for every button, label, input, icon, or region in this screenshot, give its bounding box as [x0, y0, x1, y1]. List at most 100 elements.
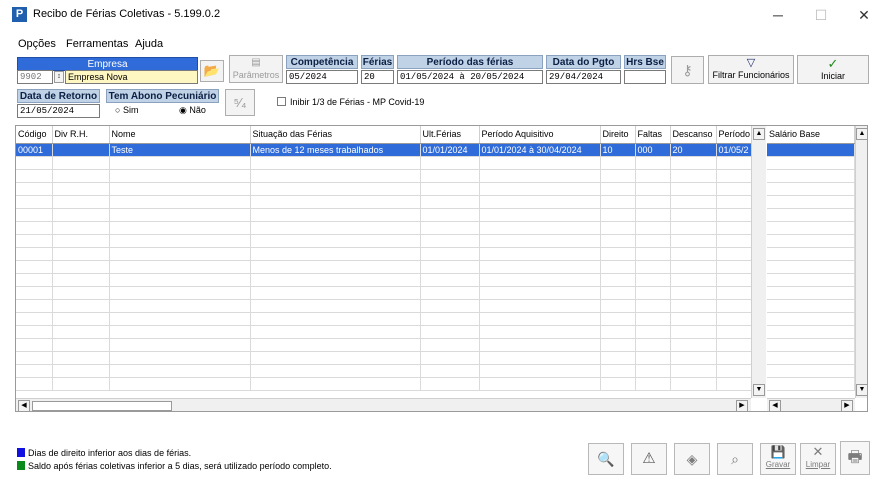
side-table-row[interactable] — [767, 338, 855, 352]
abono-sim-radio[interactable]: ○ Sim — [115, 105, 138, 115]
table-row[interactable] — [16, 351, 757, 365]
side-table-row[interactable] — [767, 247, 855, 261]
main-horizontal-scrollbar[interactable]: ◀ ▶ — [16, 398, 751, 411]
side-table-row[interactable] — [767, 351, 855, 365]
warning-icon[interactable]: ⚠ — [631, 443, 667, 475]
side-table-row[interactable] — [767, 377, 855, 391]
side-table-row[interactable] — [767, 143, 855, 157]
side-table-row[interactable] — [767, 286, 855, 300]
gravar-button[interactable]: 💾 Gravar — [760, 443, 796, 475]
radio-unchecked-icon: ○ — [115, 105, 121, 115]
table-cell — [250, 169, 421, 183]
side-table-row[interactable] — [767, 260, 855, 274]
col-header-salario-base[interactable]: Salário Base — [767, 126, 855, 144]
table-row[interactable] — [16, 364, 757, 378]
side-table-row[interactable] — [767, 169, 855, 183]
ferias-field[interactable]: 20 — [361, 70, 394, 84]
col-header[interactable]: Faltas — [635, 126, 671, 144]
periodo-ferias-field[interactable]: 01/05/2024 à 20/05/2024 — [397, 70, 543, 84]
table-cell — [479, 156, 601, 170]
search-doc-icon[interactable]: 🔍 — [588, 443, 624, 475]
side-scroll-right-icon[interactable]: ▶ — [841, 400, 853, 411]
scroll-right-icon[interactable]: ▶ — [736, 400, 748, 411]
side-table-row[interactable] — [767, 273, 855, 287]
table-row[interactable] — [16, 312, 757, 326]
funcionarios-grid[interactable]: Código Div R.H. Nome Situação das Férias Ult… — [15, 125, 868, 412]
menu-ferramentas[interactable]: Ferramentas — [66, 38, 128, 50]
inibir-checkbox[interactable] — [277, 97, 286, 106]
scroll-up-icon[interactable]: ▲ — [753, 128, 765, 140]
main-vertical-scrollbar[interactable]: ▲ ▼ — [751, 126, 766, 398]
table-row[interactable] — [16, 260, 757, 274]
col-header[interactable]: Div R.H. — [52, 126, 110, 144]
table-cell — [109, 247, 251, 261]
key-icon[interactable]: ⚷ — [671, 56, 704, 84]
data-pgto-field[interactable]: 29/04/2024 — [546, 70, 621, 84]
side-table-row[interactable] — [767, 364, 855, 378]
table-row[interactable] — [16, 234, 757, 248]
scroll-thumb[interactable] — [32, 401, 172, 411]
col-header[interactable]: Ult.Férias — [420, 126, 480, 144]
abono-nao-radio[interactable]: ◉ Não — [179, 105, 206, 116]
iniciar-button[interactable]: ✓ Iniciar — [797, 55, 869, 84]
side-table-row[interactable] — [767, 221, 855, 235]
table-row[interactable] — [16, 286, 757, 300]
calculate-icon[interactable]: ⁵⁄₄ — [225, 89, 255, 116]
col-header[interactable]: Período Aquisitivo — [479, 126, 601, 144]
limpar-button[interactable]: ✕ Limpar — [800, 443, 836, 475]
pin-icon[interactable]: ◈ — [674, 443, 710, 475]
table-row[interactable] — [16, 182, 757, 196]
col-header[interactable]: Direito — [600, 126, 636, 144]
side-table-row[interactable] — [767, 182, 855, 196]
table-row[interactable] — [16, 156, 757, 170]
side-scroll-up-icon[interactable]: ▲ — [856, 128, 867, 140]
competencia-field[interactable]: 05/2024 — [286, 70, 358, 84]
col-header[interactable]: Período — [716, 126, 757, 144]
empresa-code-field[interactable]: 9902 — [17, 70, 53, 84]
menu-ajuda[interactable]: Ajuda — [135, 38, 163, 50]
close-button[interactable]: ✕ — [849, 4, 879, 26]
empresa-spin-icon[interactable]: ↕ — [54, 71, 64, 83]
side-vertical-scrollbar[interactable]: ▲ ▼ — [855, 126, 867, 398]
parametros-button[interactable]: ▤ Parâmetros — [229, 55, 283, 83]
table-row[interactable] — [16, 338, 757, 352]
table-row[interactable]: 00001 Teste Menos de 12 meses trabalhados 0… — [16, 143, 757, 157]
side-table-row[interactable] — [767, 208, 855, 222]
side-table-row[interactable] — [767, 234, 855, 248]
maximize-button[interactable]: ☐ — [806, 4, 836, 26]
side-table-row[interactable] — [767, 325, 855, 339]
minimize-button[interactable]: ─ — [763, 4, 793, 26]
col-header[interactable]: Descanso — [670, 126, 717, 144]
col-header[interactable]: Nome — [109, 126, 251, 144]
side-table-row[interactable] — [767, 299, 855, 313]
table-row[interactable] — [16, 377, 757, 391]
table-row[interactable] — [16, 208, 757, 222]
side-table-row[interactable] — [767, 195, 855, 209]
table-row[interactable] — [16, 221, 757, 235]
table-row[interactable] — [16, 247, 757, 261]
menu-opcoes[interactable]: Opções — [18, 38, 56, 50]
table-row[interactable] — [16, 273, 757, 287]
table-row[interactable] — [16, 325, 757, 339]
table-row[interactable] — [16, 299, 757, 313]
hrs-bse-field[interactable] — [624, 70, 666, 84]
side-scroll-down-icon[interactable]: ▼ — [856, 384, 867, 396]
empresa-name-field[interactable]: Empresa Nova — [65, 70, 198, 84]
side-table-row[interactable] — [767, 312, 855, 326]
data-retorno-field[interactable]: 21/05/2024 — [17, 104, 100, 118]
open-folder-icon[interactable]: 📂 — [200, 60, 224, 82]
side-scroll-left-icon[interactable]: ◀ — [769, 400, 781, 411]
col-header[interactable]: Situação das Férias — [250, 126, 421, 144]
periodo-start: 01/05/2024 — [400, 72, 455, 82]
table-row[interactable] — [16, 169, 757, 183]
scroll-down-icon[interactable]: ▼ — [753, 384, 765, 396]
zoom-clear-icon[interactable]: ⌕ — [717, 443, 753, 475]
scroll-left-icon[interactable]: ◀ — [18, 400, 30, 411]
table-row[interactable] — [16, 195, 757, 209]
filtrar-funcionarios-button[interactable]: ▽ Filtrar Funcionários — [708, 55, 794, 84]
table-cell — [109, 169, 251, 183]
side-horizontal-scrollbar[interactable]: ◀ ▶ — [767, 398, 855, 411]
side-table-row[interactable] — [767, 156, 855, 170]
print-icon[interactable]: 🖶 — [840, 441, 870, 475]
col-header[interactable]: Código — [16, 126, 53, 144]
